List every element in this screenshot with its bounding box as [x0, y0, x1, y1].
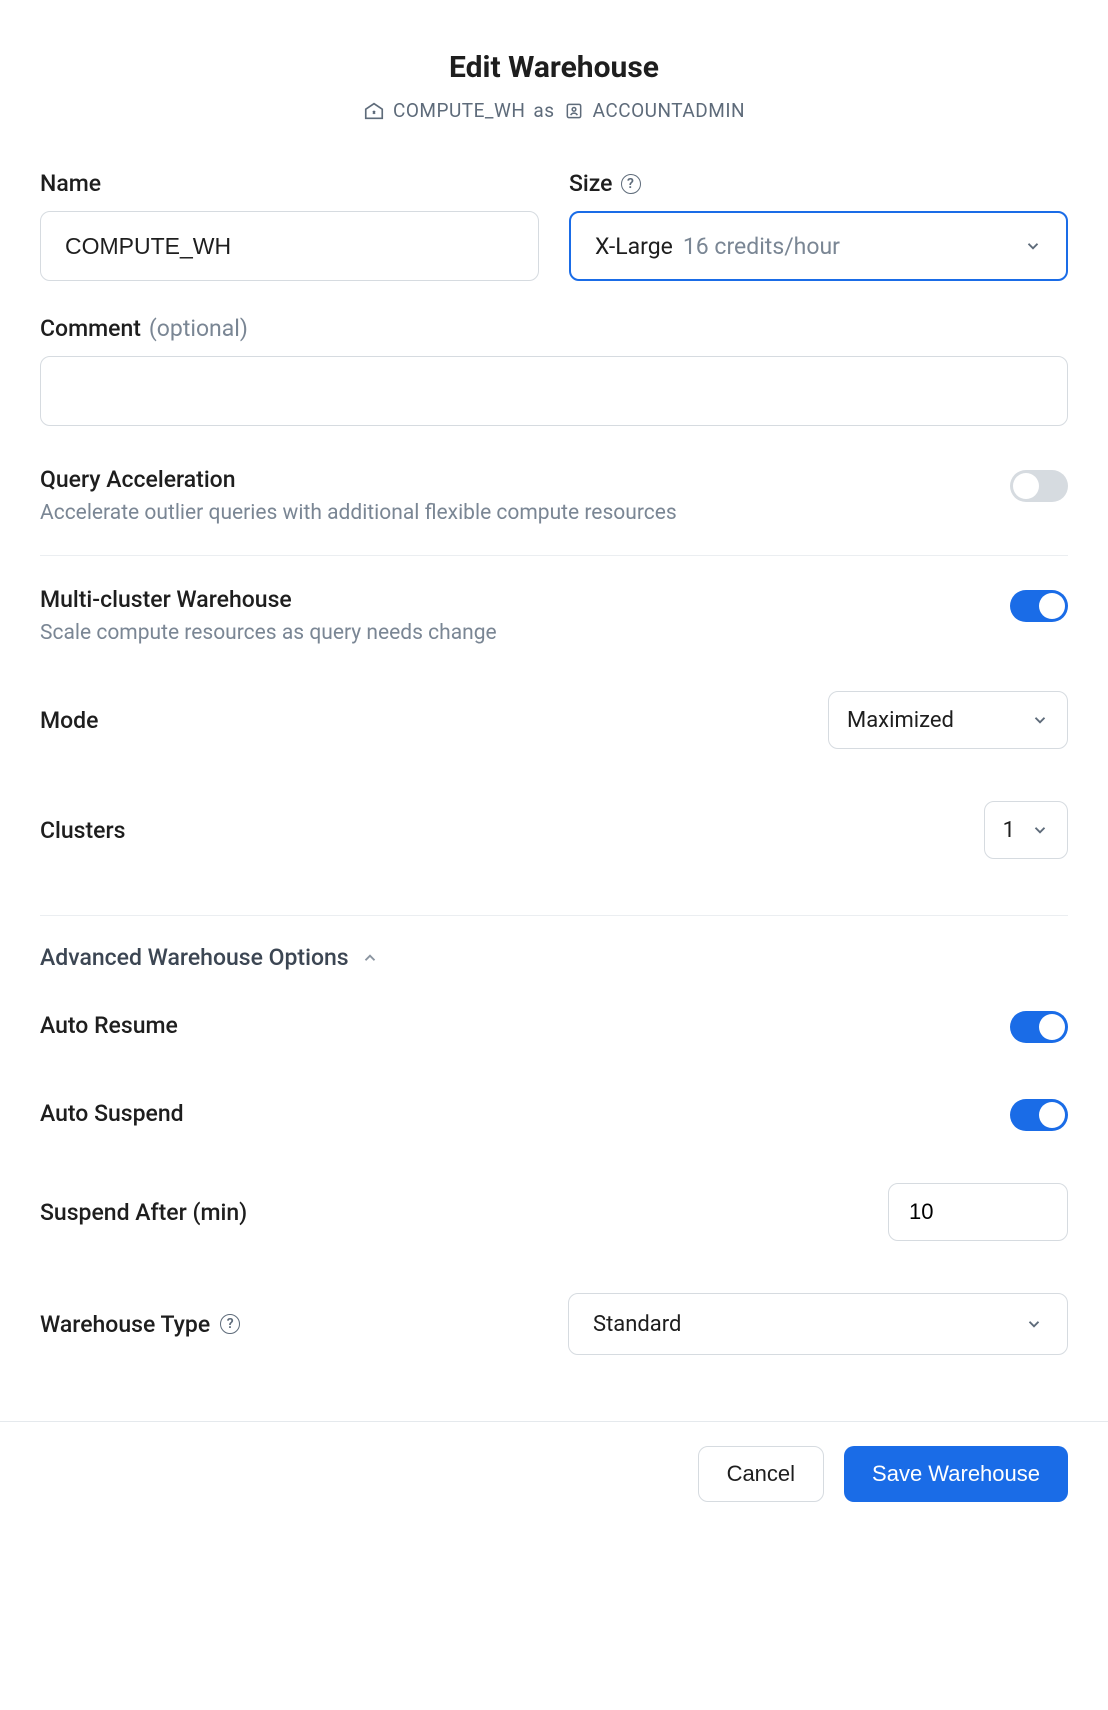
warehouse-icon — [363, 100, 385, 122]
query-accel-title: Query Acceleration — [40, 466, 986, 493]
warehouse-type-value: Standard — [593, 1312, 681, 1337]
chevron-down-icon — [1025, 1315, 1043, 1333]
advanced-options-header[interactable]: Advanced Warehouse Options — [40, 916, 1068, 981]
warehouse-type-select[interactable]: Standard — [568, 1293, 1068, 1355]
multi-cluster-desc: Scale compute resources as query needs c… — [40, 621, 986, 645]
auto-resume-label: Auto Resume — [40, 1012, 178, 1039]
size-credits: 16 credits/hour — [683, 233, 840, 260]
comment-label: Comment (optional) — [40, 315, 1068, 342]
chevron-down-icon — [1031, 711, 1049, 729]
mode-label: Mode — [40, 707, 98, 734]
mode-value: Maximized — [847, 708, 954, 733]
size-label: Size ? — [569, 170, 1068, 197]
name-input[interactable] — [40, 211, 539, 281]
clusters-value: 1 — [1003, 818, 1015, 843]
page-title: Edit Warehouse — [40, 50, 1068, 85]
comment-input[interactable] — [40, 356, 1068, 426]
warehouse-type-label: Warehouse Type ? — [40, 1311, 240, 1338]
help-icon[interactable]: ? — [621, 174, 641, 194]
query-accel-desc: Accelerate outlier queries with addition… — [40, 501, 986, 525]
auto-resume-toggle[interactable] — [1010, 1011, 1068, 1043]
chevron-down-icon — [1031, 821, 1049, 839]
chevron-up-icon — [361, 949, 379, 967]
save-button[interactable]: Save Warehouse — [844, 1446, 1068, 1502]
multi-cluster-toggle[interactable] — [1010, 590, 1068, 622]
auto-suspend-toggle[interactable] — [1010, 1099, 1068, 1131]
suspend-after-label: Suspend After (min) — [40, 1199, 247, 1226]
chevron-down-icon — [1024, 237, 1042, 255]
name-label: Name — [40, 170, 539, 197]
suspend-after-input[interactable] — [888, 1183, 1068, 1241]
mode-select[interactable]: Maximized — [828, 691, 1068, 749]
context-role: ACCOUNTADMIN — [593, 99, 745, 122]
size-select[interactable]: X-Large 16 credits/hour — [569, 211, 1068, 281]
help-icon[interactable]: ? — [220, 1314, 240, 1334]
role-icon — [563, 100, 585, 122]
context-warehouse: COMPUTE_WH — [393, 99, 525, 122]
context-subtitle: COMPUTE_WH as ACCOUNTADMIN — [40, 99, 1068, 122]
clusters-select[interactable]: 1 — [984, 801, 1068, 859]
query-accel-toggle[interactable] — [1010, 470, 1068, 502]
auto-suspend-label: Auto Suspend — [40, 1100, 184, 1127]
clusters-label: Clusters — [40, 817, 125, 844]
context-as: as — [533, 99, 554, 122]
multi-cluster-title: Multi-cluster Warehouse — [40, 586, 986, 613]
cancel-button[interactable]: Cancel — [698, 1446, 824, 1502]
size-value: X-Large — [595, 233, 673, 260]
